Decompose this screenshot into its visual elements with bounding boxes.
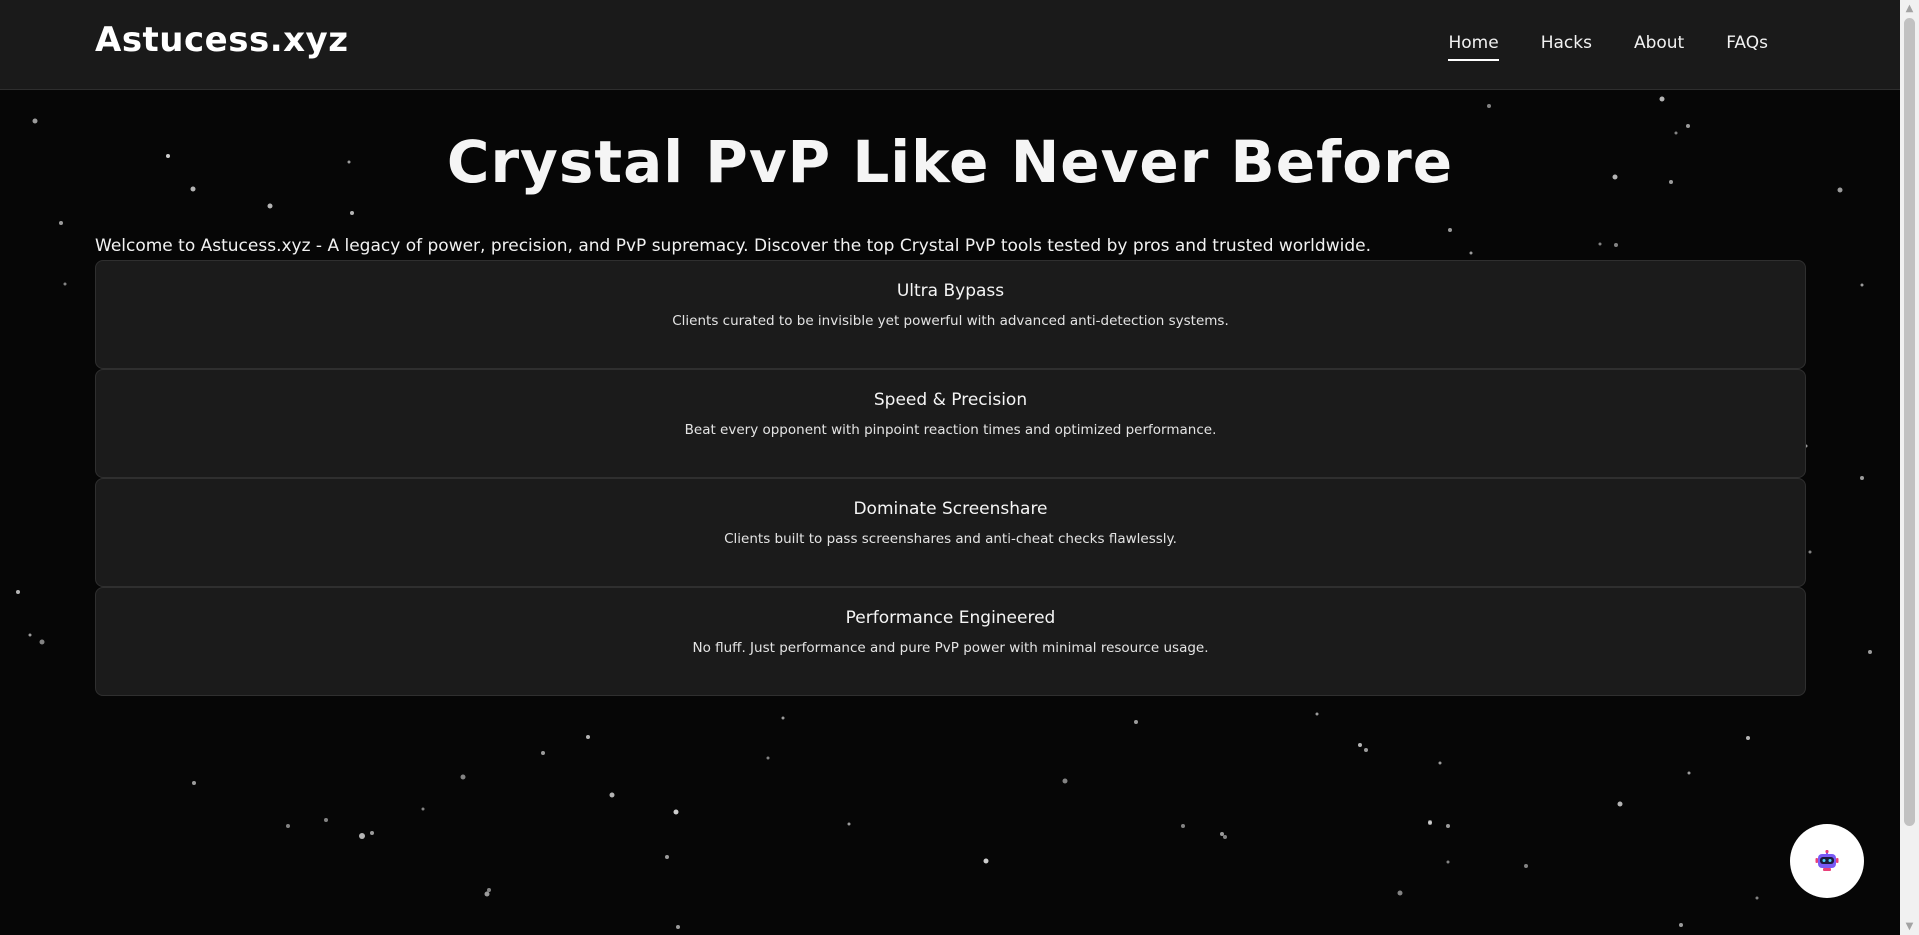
nav-hacks-link[interactable]: Hacks — [1541, 33, 1592, 61]
feature-title: Ultra Bypass — [896, 281, 1005, 301]
feature-title: Dominate Screenshare — [853, 499, 1048, 519]
site-header: Astucess.xyz Home Hacks About FAQs — [0, 0, 1900, 90]
feature-card: Performance Engineered No fluff. Just pe… — [95, 587, 1806, 696]
main-nav: Home Hacks About FAQs — [1448, 33, 1768, 61]
feature-description: Beat every opponent with pinpoint reacti… — [684, 422, 1217, 438]
nav-faqs-link[interactable]: FAQs — [1726, 33, 1768, 61]
scroll-up-arrow-icon[interactable]: ▲ — [1900, 0, 1919, 17]
feature-card: Dominate Screenshare Clients built to pa… — [95, 478, 1806, 587]
feature-card: Speed & Precision Beat every opponent wi… — [95, 369, 1806, 478]
site-logo[interactable]: Astucess.xyz — [95, 20, 349, 60]
scrollbar-thumb[interactable] — [1904, 18, 1915, 826]
intro-text: Welcome to Astucess.xyz - A legacy of po… — [95, 236, 1371, 256]
robot-icon — [1815, 850, 1839, 871]
nav-home-link[interactable]: Home — [1448, 33, 1499, 61]
feature-title: Performance Engineered — [845, 608, 1056, 628]
page-scrollbar[interactable]: ▲ ▼ — [1900, 0, 1919, 935]
features-list: Ultra Bypass Clients curated to be invis… — [95, 260, 1806, 696]
feature-card: Ultra Bypass Clients curated to be invis… — [95, 260, 1806, 369]
chat-widget-button[interactable] — [1790, 824, 1864, 898]
hero-title: Crystal PvP Like Never Before — [446, 128, 1454, 196]
feature-description: Clients built to pass screenshares and a… — [724, 531, 1177, 547]
feature-title: Speed & Precision — [873, 390, 1028, 410]
nav-about-link[interactable]: About — [1634, 33, 1684, 61]
feature-description: No fluff. Just performance and pure PvP … — [692, 640, 1209, 656]
feature-description: Clients curated to be invisible yet powe… — [672, 313, 1229, 329]
scroll-down-arrow-icon[interactable]: ▼ — [1900, 918, 1919, 935]
